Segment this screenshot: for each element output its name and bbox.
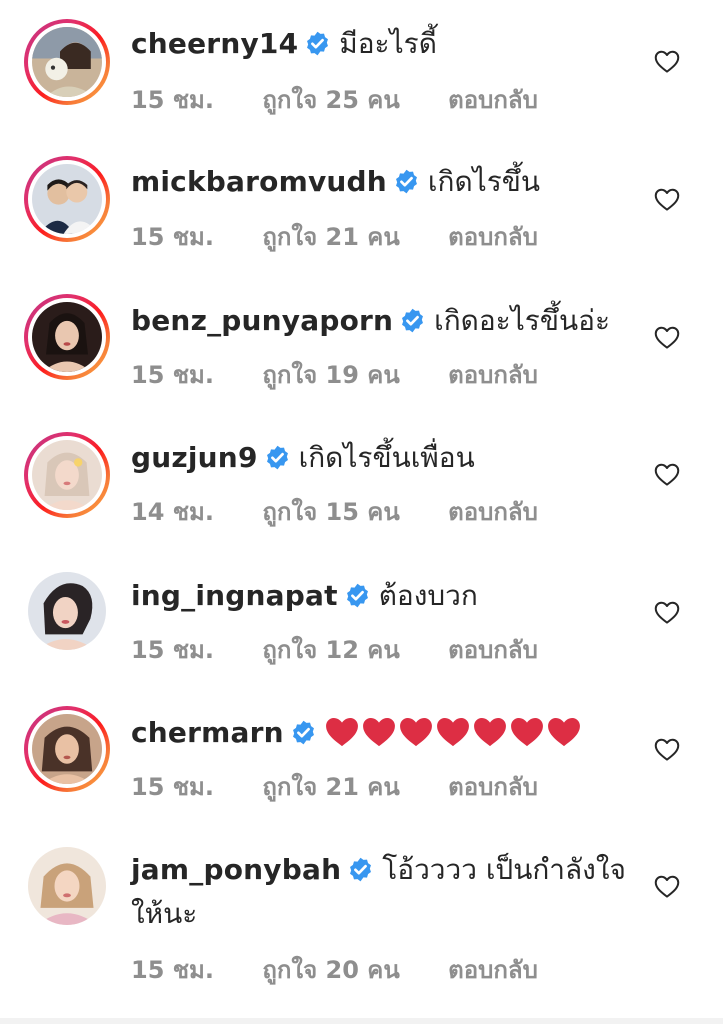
verified-badge-icon (399, 307, 426, 334)
username-link[interactable]: ing_ingnapat (131, 579, 338, 612)
comment-line: mickbaromvudh เกิดไรขึ้น (131, 160, 648, 204)
red-heart-emoji (510, 717, 544, 747)
verified-badge-icon (344, 582, 371, 609)
heart-outline-icon[interactable] (652, 459, 682, 489)
comment-time: 14 ชม. (131, 498, 214, 526)
comment-time: 15 ชม. (131, 956, 214, 984)
likes-count[interactable]: ถูกใจ 12 คน (262, 636, 399, 664)
comment-line: cheerny14 มีอะไรดี้ (131, 22, 648, 66)
comment-meta: 15 ชม. ถูกใจ 12 คน ตอบกลับ (131, 630, 578, 669)
verified-badge-icon (290, 719, 317, 746)
avatar-photo (32, 164, 102, 234)
username-link[interactable]: cheerny14 (131, 27, 298, 60)
comment-time: 15 ชม. (131, 86, 214, 114)
comment-text (325, 716, 584, 749)
comment-meta: 15 ชม. ถูกใจ 21 คน ตอบกลับ (131, 767, 578, 806)
comment-time: 15 ชม. (131, 361, 214, 389)
username-link[interactable]: guzjun9 (131, 441, 258, 474)
comment-line: ing_ingnapat ต้องบวก (131, 574, 648, 618)
heart-outline-icon[interactable] (652, 46, 682, 76)
verified-badge-icon (347, 856, 374, 883)
divider (0, 1018, 723, 1024)
comment-line: chermarn (131, 711, 648, 755)
red-heart-emoji (473, 717, 507, 747)
username-link[interactable]: chermarn (131, 716, 284, 749)
comment-meta: 15 ชม. ถูกใจ 19 คน ตอบกลับ (131, 355, 578, 394)
avatar[interactable] (24, 706, 110, 792)
reply-button[interactable]: ตอบกลับ (448, 361, 538, 389)
avatar-photo (28, 572, 106, 650)
username-link[interactable]: jam_ponybah (131, 853, 341, 886)
comment-line: benz_punyaporn เกิดอะไรขึ้นอ่ะ (131, 299, 648, 343)
red-heart-emoji (436, 717, 470, 747)
comment-meta: 15 ชม. ถูกใจ 25 คน ตอบกลับ (131, 80, 578, 119)
likes-count[interactable]: ถูกใจ 15 คน (262, 498, 399, 526)
red-heart-emoji (362, 717, 396, 747)
avatar-photo (32, 440, 102, 510)
comment-meta: 15 ชม. ถูกใจ 21 คน ตอบกลับ (131, 217, 578, 256)
heart-outline-icon[interactable] (652, 871, 682, 901)
red-heart-emoji (547, 717, 581, 747)
avatar-photo (32, 27, 102, 97)
likes-count[interactable]: ถูกใจ 25 คน (262, 86, 399, 114)
comment-line: jam_ponybah โอ้วววว เป็นกำลังใจให้นะ (131, 848, 628, 936)
reply-button[interactable]: ตอบกลับ (448, 956, 538, 984)
username-link[interactable]: mickbaromvudh (131, 165, 387, 198)
avatar[interactable] (24, 294, 110, 380)
heart-outline-icon[interactable] (652, 184, 682, 214)
username-link[interactable]: benz_punyaporn (131, 304, 393, 337)
avatar[interactable] (24, 432, 110, 518)
avatar-photo (32, 302, 102, 372)
comment-time: 15 ชม. (131, 223, 214, 251)
red-heart-emoji (399, 717, 433, 747)
comment-text: เกิดไรขึ้นเพื่อน (298, 441, 475, 474)
reply-button[interactable]: ตอบกลับ (448, 86, 538, 114)
likes-count[interactable]: ถูกใจ 20 คน (262, 956, 399, 984)
heart-outline-icon[interactable] (652, 734, 682, 764)
verified-badge-icon (304, 30, 331, 57)
comment-text: เกิดไรขึ้น (427, 165, 541, 198)
verified-badge-icon (264, 444, 291, 471)
avatar[interactable] (24, 19, 110, 105)
avatar-photo (32, 714, 102, 784)
reply-button[interactable]: ตอบกลับ (448, 636, 538, 664)
reply-button[interactable]: ตอบกลับ (448, 773, 538, 801)
heart-outline-icon[interactable] (652, 322, 682, 352)
comment-meta: 15 ชม. ถูกใจ 20 คน ตอบกลับ (131, 950, 578, 989)
comment-text: ต้องบวก (378, 579, 478, 612)
reply-button[interactable]: ตอบกลับ (448, 498, 538, 526)
avatar[interactable] (24, 568, 110, 654)
red-heart-emoji (325, 717, 359, 747)
heart-outline-icon[interactable] (652, 597, 682, 627)
avatar[interactable] (24, 156, 110, 242)
comment-time: 15 ชม. (131, 636, 214, 664)
comment-text: มีอะไรดี้ (339, 27, 437, 60)
likes-count[interactable]: ถูกใจ 21 คน (262, 223, 399, 251)
likes-count[interactable]: ถูกใจ 19 คน (262, 361, 399, 389)
comment-meta: 14 ชม. ถูกใจ 15 คน ตอบกลับ (131, 492, 578, 531)
likes-count[interactable]: ถูกใจ 21 คน (262, 773, 399, 801)
comment-line: guzjun9 เกิดไรขึ้นเพื่อน (131, 436, 648, 480)
avatar[interactable] (24, 843, 110, 929)
comment-text: เกิดอะไรขึ้นอ่ะ (434, 304, 610, 337)
reply-button[interactable]: ตอบกลับ (448, 223, 538, 251)
verified-badge-icon (393, 168, 420, 195)
avatar-photo (28, 847, 106, 925)
comment-time: 15 ชม. (131, 773, 214, 801)
